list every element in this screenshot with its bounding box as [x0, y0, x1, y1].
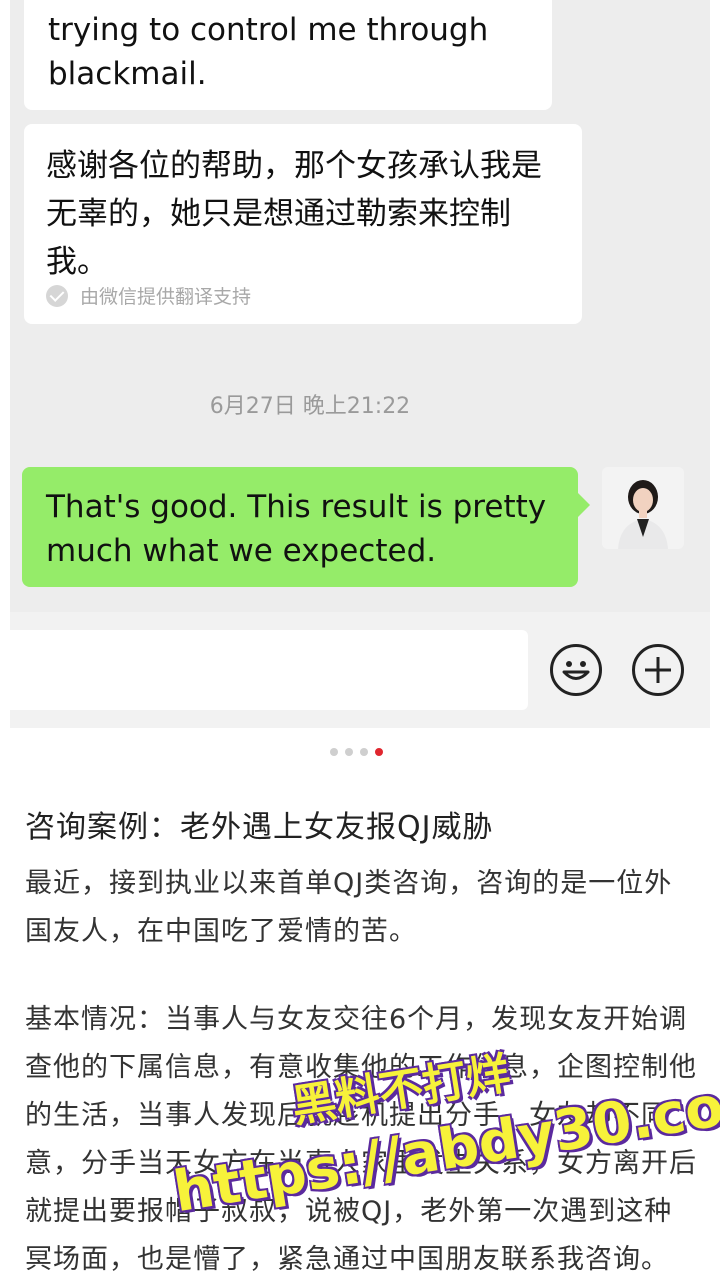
add-button[interactable] [632, 644, 684, 696]
avatar[interactable] [602, 467, 684, 549]
pager-dot[interactable] [345, 748, 353, 756]
article-paragraph: 最近，接到执业以来首单QJ类咨询，咨询的是一位外国友人，在中国吃了爱情的苦。 [25, 868, 673, 947]
chat-input-bar [10, 612, 710, 728]
message-text: 感谢各位的帮助，那个女孩承认我是无辜的，她只是想通过勒索来控制我。 [46, 148, 542, 280]
check-icon [46, 284, 68, 307]
emoji-icon [562, 661, 590, 680]
message-bubble-incoming[interactable]: trying to control me through blackmail. [24, 0, 552, 110]
message-bubble-outgoing[interactable]: That's good. This result is pretty much … [22, 467, 590, 587]
chat-area: trying to control me through blackmail. … [10, 0, 710, 612]
bubble-tail [578, 493, 590, 517]
message-text: trying to control me through blackmail. [48, 12, 489, 92]
avatar-image [602, 467, 684, 549]
article-paragraph: 基本情况：当事人与女友交往6个月，发现女友开始调查他的下属信息，有意收集他的工作… [25, 1004, 697, 1275]
pager-dot[interactable] [360, 748, 368, 756]
message-input[interactable] [10, 630, 528, 710]
carousel-pager[interactable] [330, 748, 383, 756]
article-title: 咨询案例：老外遇上女友报QJ威胁 [25, 810, 494, 845]
pager-dot-active[interactable] [375, 748, 383, 756]
message-timestamp: 6月27日 晚上21:22 [209, 394, 411, 419]
pager-dot[interactable] [330, 748, 338, 756]
message-text: That's good. This result is pretty much … [46, 489, 547, 569]
translation-note: 由微信提供翻译支持 [46, 282, 251, 309]
emoji-button[interactable] [550, 644, 602, 696]
translation-note-label: 由微信提供翻译支持 [80, 286, 252, 308]
message-bubble-translation[interactable]: 感谢各位的帮助，那个女孩承认我是无辜的，她只是想通过勒索来控制我。 由微信提供翻… [24, 124, 582, 324]
plus-icon [645, 657, 671, 683]
